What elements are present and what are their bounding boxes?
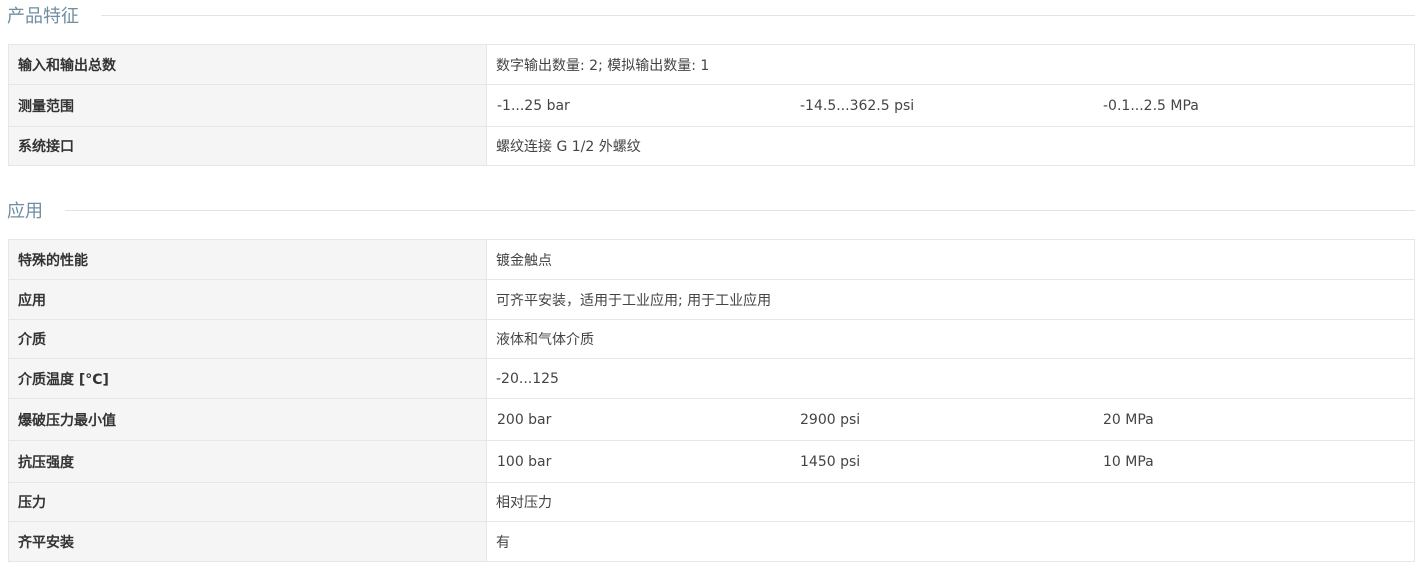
section-heading-application: 应用 [7, 198, 1415, 222]
section-title: 应用 [7, 201, 43, 222]
table-row: 介质 液体和气体介质 [8, 319, 1415, 359]
row-label-special-feature: 特殊的性能 [8, 239, 487, 280]
row-value: 可齐平安装，适用于工业应用; 用于工业应用 [486, 279, 1415, 320]
table-row: 压力 相对压力 [8, 482, 1415, 522]
row-label-io-total: 输入和输出总数 [8, 44, 487, 85]
table-row: 特殊的性能 镀金触点 [8, 239, 1415, 280]
row-value-psi: 2900 psi [800, 411, 861, 428]
table-row: 测量范围 -1...25 bar -14.5...362.5 psi -0.1.… [8, 84, 1415, 127]
row-value-psi: 1450 psi [800, 453, 861, 470]
row-value-mpa: 10 MPa [1103, 453, 1154, 470]
row-value: 有 [486, 521, 1415, 562]
row-value: 数字输出数量: 2; 模拟输出数量: 1 [486, 44, 1415, 85]
row-value: 镀金触点 [486, 239, 1415, 280]
table-row: 介质温度 [°C] -20...125 [8, 358, 1415, 399]
table-row: 应用 可齐平安装，适用于工业应用; 用于工业应用 [8, 279, 1415, 320]
row-value-mpa: 20 MPa [1103, 411, 1154, 428]
section-divider [101, 14, 1415, 16]
features-spec-table: 输入和输出总数 数字输出数量: 2; 模拟输出数量: 1 测量范围 -1...2… [8, 44, 1415, 166]
row-value-bar: -1...25 bar [497, 97, 570, 114]
table-row: 系统接口 螺纹连接 G 1/2 外螺纹 [8, 126, 1415, 166]
product-spec-page: 产品特征 输入和输出总数 数字输出数量: 2; 模拟输出数量: 1 测量范围 -… [0, 0, 1426, 568]
table-row: 爆破压力最小值 200 bar 2900 psi 20 MPa [8, 398, 1415, 441]
section-divider [65, 209, 1415, 211]
row-label-flush-mount: 齐平安装 [8, 521, 487, 562]
row-label-pressure-resistance: 抗压强度 [8, 440, 487, 483]
row-value: -20...125 [486, 358, 1415, 399]
row-value-group: 100 bar 1450 psi 10 MPa [486, 440, 1415, 483]
table-row: 输入和输出总数 数字输出数量: 2; 模拟输出数量: 1 [8, 44, 1415, 85]
row-value: 相对压力 [486, 482, 1415, 522]
row-value: 液体和气体介质 [486, 319, 1415, 359]
row-label-medium-temperature: 介质温度 [°C] [8, 358, 487, 399]
row-value-group: 200 bar 2900 psi 20 MPa [486, 398, 1415, 441]
table-row: 齐平安装 有 [8, 521, 1415, 562]
section-title: 产品特征 [7, 6, 79, 27]
row-value-mpa: -0.1...2.5 MPa [1103, 97, 1199, 114]
row-value-psi: -14.5...362.5 psi [800, 97, 915, 114]
section-heading-features: 产品特征 [7, 3, 1415, 27]
row-value-bar: 100 bar [497, 453, 552, 470]
table-row: 抗压强度 100 bar 1450 psi 10 MPa [8, 440, 1415, 483]
row-label-burst-pressure: 爆破压力最小值 [8, 398, 487, 441]
row-label-measuring-range: 测量范围 [8, 84, 487, 127]
row-label-pressure: 压力 [8, 482, 487, 522]
row-label-application: 应用 [8, 279, 487, 320]
row-label-process-connection: 系统接口 [8, 126, 487, 166]
application-spec-table: 特殊的性能 镀金触点 应用 可齐平安装，适用于工业应用; 用于工业应用 介质 液… [8, 239, 1415, 562]
row-value-bar: 200 bar [497, 411, 552, 428]
row-value-group: -1...25 bar -14.5...362.5 psi -0.1...2.5… [486, 84, 1415, 127]
row-label-medium: 介质 [8, 319, 487, 359]
row-value: 螺纹连接 G 1/2 外螺纹 [486, 126, 1415, 166]
